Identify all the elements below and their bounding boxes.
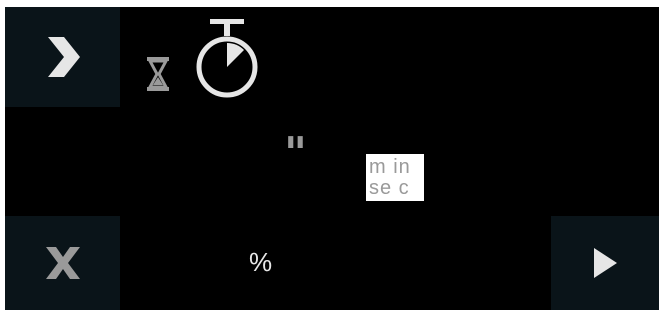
play-button[interactable] xyxy=(551,216,659,310)
minute-unit-label: m in xyxy=(369,156,411,178)
second-unit-label: se c xyxy=(369,177,410,199)
stopwatch-icon xyxy=(192,19,262,99)
time-unit-label: m in se c xyxy=(366,154,424,201)
chevron-right-icon xyxy=(43,34,83,80)
play-icon xyxy=(592,247,618,279)
forward-button[interactable] xyxy=(5,7,120,107)
percent-label: % xyxy=(249,247,273,277)
close-button[interactable] xyxy=(5,216,120,310)
hourglass-icon xyxy=(145,55,171,93)
time-separator: " xyxy=(284,128,307,179)
timer-screen: " m in se c % xyxy=(5,7,659,310)
close-icon xyxy=(43,244,83,282)
